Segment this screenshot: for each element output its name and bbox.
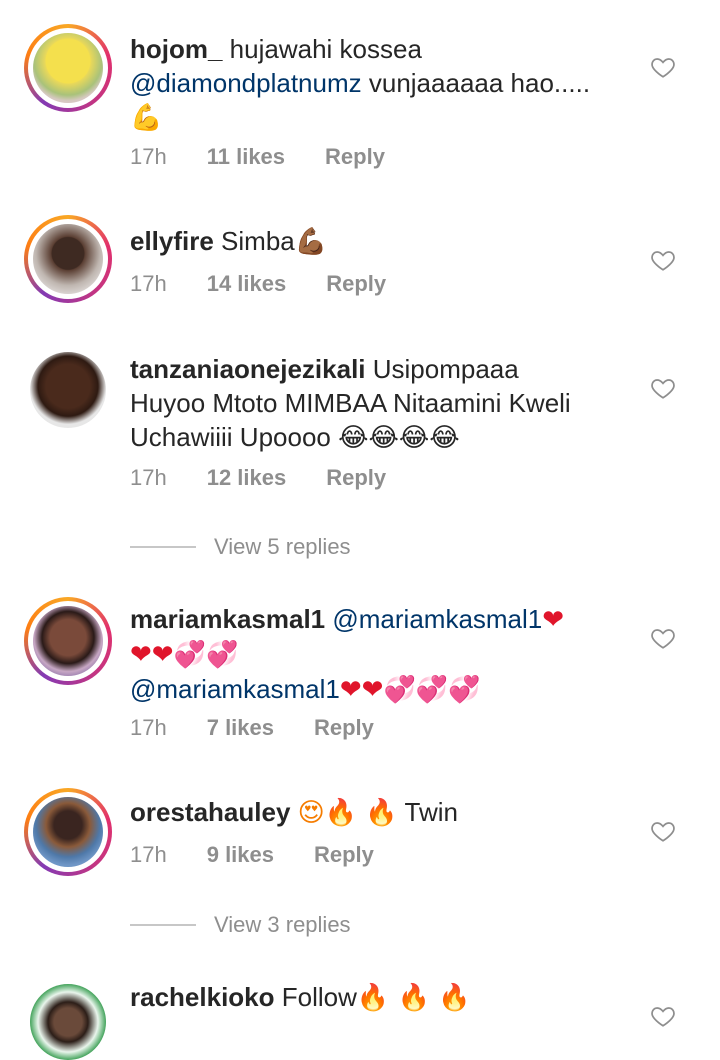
emoji: ❤	[542, 605, 565, 635]
heart-outline-icon[interactable]	[650, 247, 676, 273]
comment-text: ellyfire Simba💪🏾	[130, 224, 650, 259]
comment-body: Simba	[213, 226, 295, 256]
comment-text: orestahauley 😍🔥 🔥 Twin	[130, 795, 650, 830]
reply-button[interactable]: Reply	[314, 842, 374, 868]
comment-meta: 17h 7 likes Reply	[130, 715, 414, 741]
emoji: 😍🔥 🔥	[297, 798, 398, 828]
comment-text: tanzaniaonejezikali Usipompaaa Huyoo Mto…	[130, 352, 650, 455]
comment-body: Huyoo Mtoto MIMBAA Nitaamini Kweli	[130, 388, 571, 418]
comment-text: mariamkasmal1 @mariamkasmal1❤ ❤❤💞💞 @mari…	[130, 602, 650, 707]
comment-username[interactable]: hojom_	[130, 34, 222, 64]
comment-username[interactable]: rachelkioko	[130, 982, 275, 1012]
reply-button[interactable]: Reply	[326, 271, 386, 297]
comment-username[interactable]: orestahauley	[130, 797, 290, 827]
reply-button[interactable]: Reply	[314, 715, 374, 741]
divider	[130, 546, 196, 548]
view-replies-label: View 5 replies	[214, 534, 351, 559]
comment-meta: 17h 9 likes Reply	[130, 842, 414, 868]
timestamp: 17h	[130, 842, 167, 867]
timestamp: 17h	[130, 271, 167, 296]
emoji: 💪🏾	[294, 227, 328, 257]
likes-count[interactable]: 9 likes	[207, 842, 274, 868]
view-replies-button[interactable]: View 5 replies	[130, 534, 351, 560]
avatar[interactable]	[24, 24, 112, 112]
comment-text: rachelkioko Follow🔥 🔥 🔥	[130, 980, 650, 1015]
likes-count[interactable]: 11 likes	[207, 144, 285, 170]
likes-count[interactable]: 7 likes	[207, 715, 274, 741]
timestamp: 17h	[130, 465, 167, 490]
comment-text: hojom_ hujawahi kossea @diamondplatnumz …	[130, 32, 650, 135]
comment-username[interactable]: ellyfire	[130, 226, 214, 256]
heart-outline-icon[interactable]	[650, 818, 676, 844]
emoji: 💪	[130, 103, 163, 133]
comment-body: Usipompaaa	[365, 354, 519, 384]
emoji: 🔥 🔥 🔥	[356, 983, 471, 1013]
comment-username[interactable]: mariamkasmal1	[130, 604, 325, 634]
avatar[interactable]	[24, 215, 112, 303]
comment-meta: 17h 14 likes Reply	[130, 271, 426, 297]
heart-outline-icon[interactable]	[650, 54, 676, 80]
reply-button[interactable]: Reply	[325, 144, 385, 170]
view-replies-button[interactable]: View 3 replies	[130, 912, 351, 938]
comment-username[interactable]: tanzaniaonejezikali	[130, 354, 366, 384]
heart-outline-icon[interactable]	[650, 1003, 676, 1029]
likes-count[interactable]: 14 likes	[207, 271, 287, 297]
emoji: ❤❤💞💞💞	[339, 675, 481, 705]
avatar[interactable]	[30, 984, 106, 1060]
divider	[130, 924, 196, 926]
emoji: 😂😂😂😂	[338, 423, 460, 453]
avatar[interactable]	[24, 597, 112, 685]
comment-meta: 17h 12 likes Reply	[130, 465, 426, 491]
emoji: ❤❤💞💞	[130, 640, 239, 670]
heart-outline-icon[interactable]	[650, 625, 676, 651]
comment-body: Follow	[274, 982, 357, 1012]
comment-body: Twin	[404, 797, 458, 827]
comment-body: hujawahi kossea	[222, 34, 422, 64]
comment-meta: 17h 11 likes Reply	[130, 144, 425, 170]
mention-link[interactable]: @mariamkasmal1	[332, 604, 542, 634]
reply-button[interactable]: Reply	[326, 465, 386, 491]
avatar[interactable]	[24, 788, 112, 876]
mention-link[interactable]: @diamondplatnumz	[130, 68, 362, 98]
timestamp: 17h	[130, 715, 167, 740]
comment-body: Uchawiiii Upoooo	[130, 422, 339, 452]
view-replies-label: View 3 replies	[214, 912, 351, 937]
avatar[interactable]	[30, 352, 106, 428]
likes-count[interactable]: 12 likes	[207, 465, 287, 491]
comment-body: vunjaaaaaa hao.....	[361, 68, 591, 98]
mention-link[interactable]: @mariamkasmal1	[130, 674, 340, 704]
timestamp: 17h	[130, 144, 167, 169]
heart-outline-icon[interactable]	[650, 375, 676, 401]
